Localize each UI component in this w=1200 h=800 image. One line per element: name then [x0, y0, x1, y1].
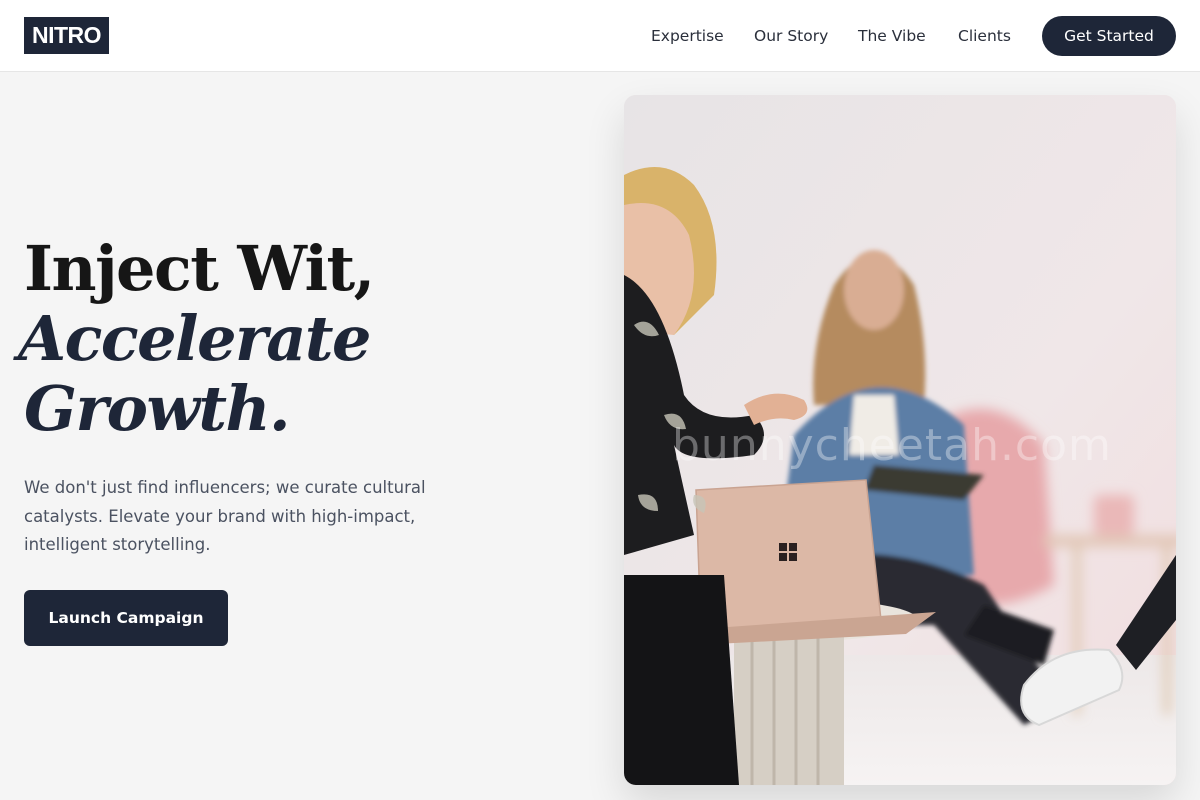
hero-title-line3: Growth.	[24, 372, 291, 445]
main-nav-clients: Clients	[958, 0, 1011, 72]
main-nav: Expertise	[651, 0, 724, 72]
watermark-text: bunnycheetah.com	[672, 420, 1112, 471]
hero-title: Inject Wit, Accelerate Growth.	[18, 232, 375, 445]
nav-link-the-vibe[interactable]: The Vibe	[858, 27, 926, 45]
nav-link-expertise[interactable]: Expertise	[651, 27, 724, 45]
hero-title-line1: Inject Wit,	[24, 232, 375, 305]
hero-photo: bunnycheetah.com	[624, 95, 1176, 785]
main-nav-vibe: The Vibe	[858, 0, 926, 72]
hero-title-line2: Accelerate	[18, 302, 371, 375]
hero-description: We don't just find influencers; we curat…	[24, 478, 426, 554]
nav-link-clients[interactable]: Clients	[958, 27, 1011, 45]
site-header: NITRO Expertise Our Story The Vibe Clien…	[0, 0, 1200, 72]
nav-link-our-story[interactable]: Our Story	[754, 27, 828, 45]
get-started-button[interactable]: Get Started	[1042, 16, 1176, 56]
logo[interactable]: NITRO	[24, 17, 110, 54]
main-nav-story: Our Story	[754, 0, 828, 72]
launch-campaign-button[interactable]: Launch Campaign	[24, 590, 228, 646]
